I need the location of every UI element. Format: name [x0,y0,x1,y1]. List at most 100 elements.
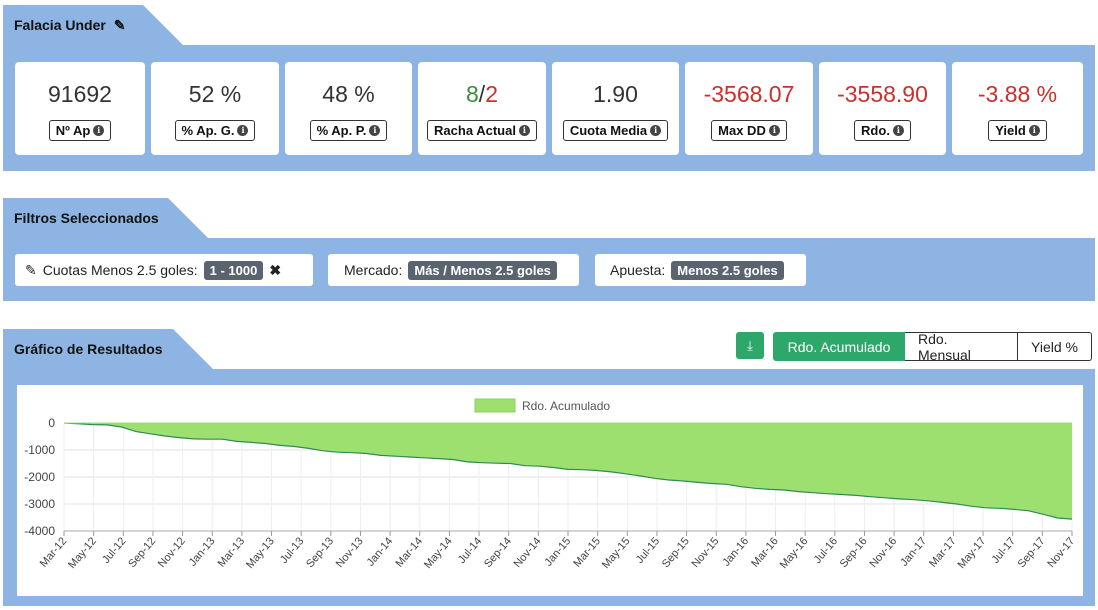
x-tick-label: May-14 [422,535,455,571]
x-tick-label: Nov-14 [512,535,544,570]
y-tick-label: -4000 [24,524,55,538]
stat-card-cuota-media: 1.90 Cuota Media i [552,62,679,155]
info-icon[interactable]: i [892,125,904,136]
x-tick-label: Jul-14 [456,535,484,566]
stat-label[interactable]: Nº Ap i [48,120,112,141]
rdo-mensual-button[interactable]: Rdo. Mensual [905,331,1018,363]
stat-label[interactable]: % Ap. P. i [309,120,388,141]
filter-value-badge: Más / Menos 2.5 goles [408,260,557,280]
x-tick-label: Jan-14 [365,535,396,568]
x-tick-label: Nov-17 [1045,535,1077,570]
summary-title: Falacia Under [14,17,106,33]
x-tick-label: Sep-13 [304,535,336,570]
stat-value: 48 % [322,81,375,107]
x-tick-label: Jul-13 [278,535,306,566]
info-icon[interactable]: i [1028,125,1040,136]
filter-cuotas: ✎ Cuotas Menos 2.5 goles: 1 - 1000 ✖ [15,254,313,286]
edit-pencil-icon[interactable]: ✎ [25,262,37,279]
filter-apuesta: Apuesta: Menos 2.5 goles [595,254,806,286]
filter-value-badge: 1 - 1000 [203,260,264,280]
results-header: Gráfico de Resultados [3,329,213,369]
filter-value-badge: Menos 2.5 goles [671,260,784,280]
x-tick-label: Sep-17 [1016,535,1048,570]
y-tick-label: -3000 [24,497,55,511]
x-tick-label: May-13 [244,535,277,571]
stat-card-yield: -3.88 % Yield i [952,62,1083,155]
stat-value: 91692 [48,81,112,107]
x-tick-label: May-15 [600,535,633,571]
results-chart: 0-1000-2000-3000-4000Mar-12May-12 Jul-12S… [24,398,1077,571]
x-tick-label: May-16 [778,535,811,571]
legend-label: Rdo. Acumulado [522,399,610,413]
stat-card-max-dd: -3568.07 Max DD i [685,62,813,155]
stat-card-pct-ap-g: 52 % % Ap. G. i [151,62,279,155]
legend-swatch [474,398,516,413]
x-tick-label: Sep-14 [482,535,514,570]
x-tick-label: Jul-12 [100,535,128,566]
x-tick-label: Jul-17 [990,535,1018,566]
filters-title: Filtros Seleccionados [14,210,159,226]
edit-pencil-icon[interactable]: ✎ [114,17,126,34]
yield-button[interactable]: Yield % [1018,332,1092,361]
x-tick-label: Mar-15 [571,535,603,569]
x-tick-label: Jan-13 [187,535,218,568]
stat-value: -3568.07 [703,81,795,107]
x-tick-label: Nov-15 [690,535,722,570]
x-tick-label: Nov-16 [867,535,899,570]
x-tick-label: Nov-12 [156,535,188,570]
stat-label[interactable]: Max DD i [711,120,787,141]
stat-value: 8/2 [466,81,498,107]
filters-header: Filtros Seleccionados [3,198,208,238]
info-icon[interactable]: i [650,125,662,136]
stat-value: -3558.90 [837,81,928,107]
info-icon[interactable]: i [93,125,105,136]
x-tick-label: Mar-14 [393,535,425,569]
results-title: Gráfico de Resultados [14,341,163,357]
stat-label[interactable]: Yield i [988,120,1047,141]
x-tick-label: Mar-13 [216,535,248,569]
info-icon[interactable]: i [768,125,780,136]
y-tick-label: -1000 [24,443,55,457]
stat-label[interactable]: % Ap. G. i [174,120,256,141]
download-button[interactable]: ⤓ [736,332,764,359]
stat-card-pct-ap-p: 48 % % Ap. P. i [285,62,412,155]
stat-value: -3.88 % [977,81,1058,107]
x-tick-label: Jul-15 [634,535,662,566]
stat-value: 1.90 [593,81,638,107]
chart-mode-toggle: Rdo. Acumulado Rdo. Mensual Yield % [773,331,1092,363]
x-tick-label: Mar-17 [927,535,959,569]
x-tick-label: Sep-12 [126,535,158,570]
stat-label[interactable]: Rdo. i [854,120,911,141]
x-tick-label: Jan-16 [720,535,751,568]
rdo-acumulado-button[interactable]: Rdo. Acumulado [773,332,905,361]
stat-card-racha-actual: 8/2 Racha Actual i [418,62,546,155]
stat-card-num-ap: 91692 Nº Ap i [15,62,145,155]
x-tick-label: Nov-13 [334,535,366,570]
x-tick-label: Mar-12 [38,535,70,569]
info-icon[interactable]: i [518,125,530,136]
info-icon[interactable]: i [369,125,381,136]
x-tick-label: May-17 [956,535,989,571]
x-tick-label: Sep-16 [838,535,870,570]
filter-mercado: Mercado: Más / Menos 2.5 goles [328,254,579,286]
chart-panel: 0 -1000 -2000 -3000 -4000 Mar-12 May-12 Jul-12 S… [17,385,1083,596]
stat-card-rdo: -3558.90 Rdo. i [819,62,946,155]
y-tick-label: 0 [48,416,55,430]
y-tick-label: -2000 [24,470,55,484]
filter-label: Cuotas Menos 2.5 goles: [42,262,198,278]
stat-label[interactable]: Cuota Media i [562,120,669,141]
x-tick-label: Jan-15 [542,535,573,568]
stat-value: 52 % [188,81,242,107]
x-tick-label: Sep-15 [660,535,692,570]
x-tick-label: May-12 [66,535,99,571]
download-icon: ⤓ [747,337,753,353]
remove-filter-icon[interactable]: ✖ [269,262,281,279]
filter-label: Mercado: [344,262,403,278]
filter-label: Apuesta: [610,262,666,278]
summary-header: Falacia Under ✎ [3,5,183,45]
x-tick-label: Jan-17 [898,535,929,568]
x-tick-label: Jul-16 [812,535,840,566]
stat-label[interactable]: Racha Actual i [427,120,537,141]
info-icon[interactable]: i [237,125,249,136]
x-tick-label: Mar-16 [749,535,781,569]
